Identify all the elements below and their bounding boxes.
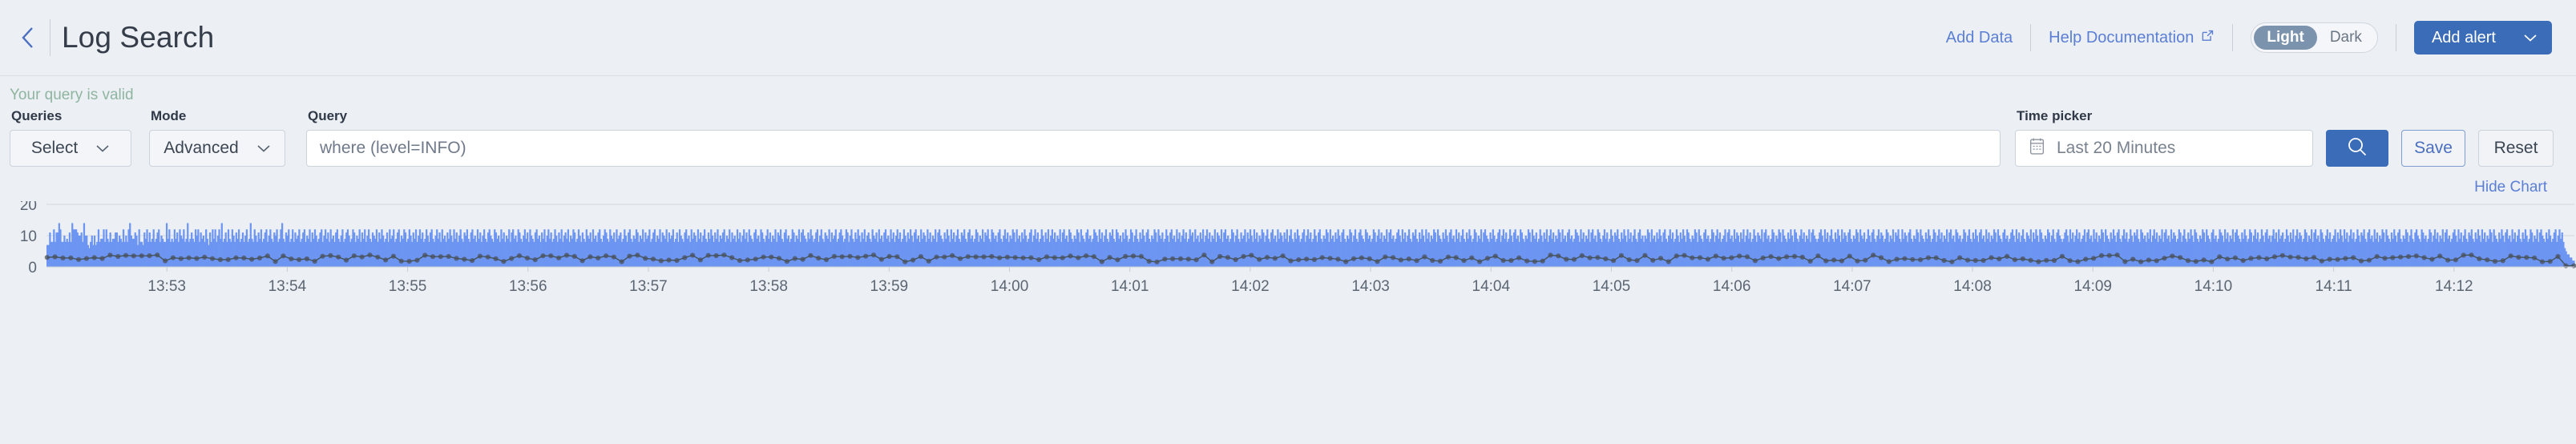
svg-text:14:06: 14:06 [1713, 278, 1751, 295]
search-button[interactable] [2326, 130, 2388, 167]
svg-text:14:12: 14:12 [2435, 278, 2473, 295]
add-alert-button[interactable]: Add alert [2413, 21, 2552, 54]
timepicker-label: Time picker [2017, 108, 2093, 123]
chart-controls: Hide Chart [0, 167, 2576, 196]
svg-text:14:00: 14:00 [991, 278, 1029, 295]
svg-text:14:03: 14:03 [1351, 278, 1390, 295]
queries-label: Queries [11, 108, 63, 123]
svg-text:14:09: 14:09 [2073, 278, 2112, 295]
add-data-label: Add Data [1945, 28, 2013, 46]
chevron-down-icon [2523, 29, 2538, 47]
svg-text:14:10: 14:10 [2194, 278, 2233, 295]
chevron-left-icon [20, 26, 36, 50]
query-label: Query [308, 108, 348, 123]
hide-chart-link[interactable]: Hide Chart [2474, 179, 2547, 196]
svg-text:13:56: 13:56 [509, 278, 547, 295]
mode-field: Mode Advanced [149, 108, 285, 167]
queries-select[interactable]: Select [10, 130, 131, 167]
svg-text:13:59: 13:59 [870, 278, 909, 295]
svg-text:14:04: 14:04 [1472, 278, 1511, 295]
mode-label: Mode [151, 108, 187, 123]
svg-text:13:58: 13:58 [749, 278, 788, 295]
reset-button[interactable]: Reset [2478, 130, 2554, 167]
timepicker-field: Time picker Last 20 Minutes [2015, 108, 2313, 167]
calendar-icon [2029, 137, 2045, 160]
query-toolbar: Queries Select Mode Advanced Query where… [0, 102, 2576, 167]
timepicker-value: Last 20 Minutes [2057, 139, 2176, 157]
save-button[interactable]: Save [2401, 130, 2465, 167]
add-data-link[interactable]: Add Data [1928, 29, 2030, 47]
theme-option-dark[interactable]: Dark [2317, 26, 2375, 50]
queries-selected-value: Select [30, 139, 79, 157]
query-input[interactable]: where (level=INFO) [306, 130, 2001, 167]
page-title: Log Search [62, 21, 215, 54]
timepicker-input[interactable]: Last 20 Minutes [2015, 130, 2313, 167]
svg-text:14:07: 14:07 [1833, 278, 1871, 295]
back-button[interactable] [14, 24, 42, 51]
query-field: Query where (level=INFO) [306, 108, 2001, 167]
chevron-down-icon [256, 139, 271, 158]
chevron-down-icon [95, 139, 110, 158]
theme-toggle[interactable]: Light Dark [2251, 22, 2378, 53]
queries-field: Queries Select [10, 108, 131, 167]
divider [2232, 24, 2234, 51]
svg-text:13:55: 13:55 [389, 278, 427, 295]
svg-text:14:08: 14:08 [1953, 278, 1992, 295]
external-link-icon [2201, 29, 2215, 47]
help-documentation-link[interactable]: Help Documentation [2031, 29, 2232, 47]
mode-select[interactable]: Advanced [149, 130, 285, 167]
svg-text:13:54: 13:54 [269, 278, 307, 295]
search-icon [2346, 135, 2368, 162]
svg-text:10: 10 [20, 228, 37, 245]
svg-text:14:11: 14:11 [2316, 278, 2352, 295]
header-actions: Add Data Help Documentation Light Dark A… [1928, 21, 2552, 54]
svg-text:13:57: 13:57 [629, 278, 668, 295]
log-search-page: Log Search Add Data Help Documentation L… [0, 0, 2576, 444]
help-documentation-label: Help Documentation [2049, 28, 2194, 46]
log-volume-chart[interactable]: 0 10 20 13:53 13:54 13:55 13:56 13:57 13:58 13:59… [0, 201, 2576, 309]
svg-text:14:01: 14:01 [1111, 278, 1149, 295]
mode-selected-value: Advanced [164, 139, 239, 157]
svg-text:0: 0 [28, 260, 37, 276]
svg-text:20: 20 [20, 201, 37, 214]
svg-text:14:02: 14:02 [1231, 278, 1270, 295]
query-validation-message: Your query is valid [10, 87, 134, 103]
chart-canvas: 0 10 20 13:53 13:54 13:55 13:56 13:57 13:58 13:59… [20, 201, 2576, 295]
svg-text:14:05: 14:05 [1593, 278, 1631, 295]
validation-row: Your query is valid [0, 76, 2576, 103]
page-header: Log Search Add Data Help Documentation L… [0, 0, 2576, 76]
add-alert-label: Add alert [2431, 28, 2496, 46]
svg-text:13:53: 13:53 [147, 278, 186, 295]
theme-option-light[interactable]: Light [2254, 26, 2317, 50]
